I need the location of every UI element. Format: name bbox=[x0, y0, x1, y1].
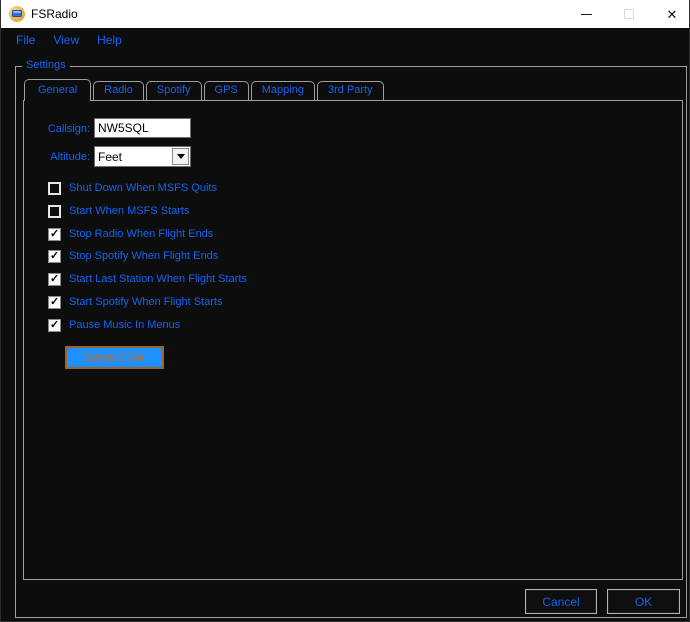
checkbox-pause-music-in-menus[interactable]: Pause Music In Menus bbox=[48, 318, 180, 332]
menu-file[interactable]: File bbox=[16, 33, 35, 47]
checkbox-label: Start When MSFS Starts bbox=[69, 205, 190, 217]
app-radio-icon bbox=[9, 6, 25, 22]
close-button[interactable]: ✕ bbox=[657, 0, 687, 28]
checkbox-box bbox=[48, 295, 61, 309]
window-title: FSRadio bbox=[31, 7, 78, 21]
checkbox-label: Pause Music In Menus bbox=[69, 319, 181, 331]
checkbox-label: Shut Down When MSFS Quits bbox=[69, 182, 217, 194]
dropdown-button[interactable] bbox=[172, 148, 189, 165]
radio-stripe-shape bbox=[13, 11, 21, 13]
tab-3rd-party[interactable]: 3rd Party bbox=[316, 81, 384, 100]
callsign-input[interactable] bbox=[94, 118, 191, 138]
checkbox-label: Stop Spotify When Flight Ends bbox=[69, 250, 219, 262]
checkbox-shutdown-when-msfs-quits[interactable]: Shut Down When MSFS Quits bbox=[48, 181, 217, 195]
maximize-icon bbox=[624, 9, 634, 19]
checkbox-box bbox=[48, 227, 61, 241]
checkbox-start-when-msfs-starts[interactable]: Start When MSFS Starts bbox=[48, 204, 189, 218]
tab-radio[interactable]: Radio bbox=[93, 81, 144, 100]
altitude-label: Altitude: bbox=[50, 151, 90, 163]
checkbox-start-spotify-when-flight-starts[interactable]: Start Spotify When Flight Starts bbox=[48, 295, 222, 309]
altitude-dropdown[interactable]: Feet bbox=[94, 146, 191, 167]
checkbox-box bbox=[48, 204, 61, 218]
checkbox-box bbox=[48, 272, 61, 286]
checkbox-label: Start Spotify When Flight Starts bbox=[69, 296, 223, 308]
altitude-selected-value: Feet bbox=[98, 149, 123, 164]
tab-spotify[interactable]: Spotify bbox=[145, 81, 202, 100]
menubar: File View Help bbox=[1, 28, 689, 52]
checkbox-label: Stop Radio When Flight Ends bbox=[69, 228, 214, 240]
cancel-button[interactable]: Cancel bbox=[525, 589, 597, 614]
checkbox-stop-spotify-when-flight-ends[interactable]: Stop Spotify When Flight Ends bbox=[48, 249, 218, 263]
checkbox-start-last-station-when-flight-starts[interactable]: Start Last Station When Flight Starts bbox=[48, 272, 247, 286]
chevron-down-icon bbox=[176, 154, 185, 159]
general-tab-panel: Callsign: Altitude: Feet Shut Down When … bbox=[23, 100, 683, 580]
checkbox-box bbox=[48, 318, 61, 332]
settings-group-label: Settings bbox=[22, 59, 70, 71]
menu-help[interactable]: Help bbox=[97, 33, 122, 47]
checkbox-box bbox=[48, 181, 61, 195]
tab-gps[interactable]: GPS bbox=[203, 81, 249, 100]
close-icon: ✕ bbox=[666, 6, 678, 22]
checkbox-stop-radio-when-flight-ends[interactable]: Stop Radio When Flight Ends bbox=[48, 227, 213, 241]
ok-button[interactable]: OK bbox=[607, 589, 680, 614]
checkbox-label: Start Last Station When Flight Starts bbox=[69, 273, 247, 285]
settings-tabstrip: General Radio Spotify GPS Mapping 3rd Pa… bbox=[24, 79, 386, 101]
callsign-label: Callsign: bbox=[47, 123, 90, 135]
maximize-button[interactable] bbox=[614, 0, 644, 28]
tab-mapping[interactable]: Mapping bbox=[250, 81, 315, 100]
checkbox-box bbox=[48, 249, 61, 263]
menu-view[interactable]: View bbox=[53, 33, 79, 47]
app-window: FSRadio ✕ File View Help Settings Genera… bbox=[0, 0, 690, 622]
titlebar: FSRadio ✕ bbox=[1, 0, 689, 28]
minimize-button[interactable] bbox=[571, 0, 601, 28]
button-color-button[interactable]: Button Color bbox=[65, 346, 164, 369]
tab-general[interactable]: General bbox=[24, 79, 92, 101]
minimize-icon bbox=[580, 13, 592, 15]
